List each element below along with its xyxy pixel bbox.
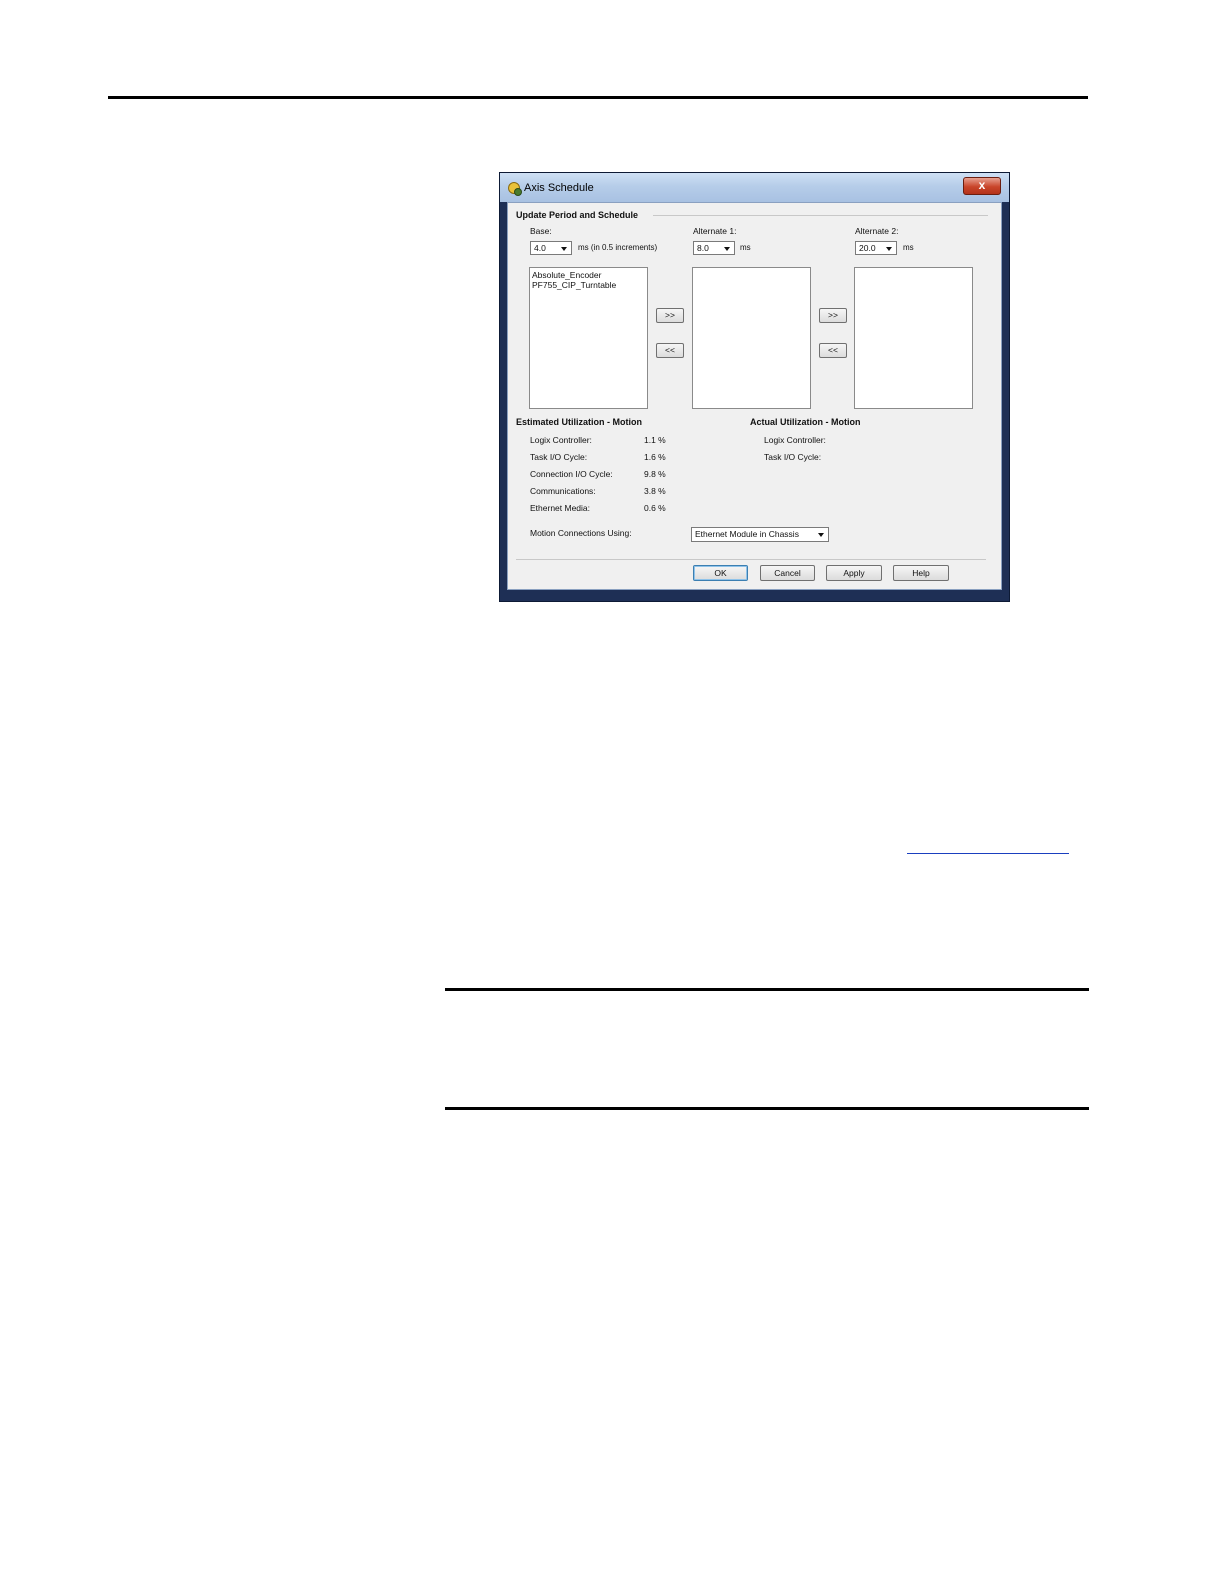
- group-divider: [653, 215, 988, 216]
- base-period-value: 4.0: [534, 243, 546, 253]
- move-to-alt1-back-button[interactable]: <<: [819, 343, 847, 358]
- act-logix-label: Logix Controller:: [764, 435, 826, 445]
- base-label: Base:: [530, 226, 552, 236]
- chevron-down-icon: [724, 247, 730, 251]
- list-item[interactable]: PF755_CIP_Turntable: [532, 280, 645, 290]
- alt1-period-select[interactable]: 8.0: [693, 241, 735, 255]
- actual-utilization-title: Actual Utilization - Motion: [750, 417, 861, 427]
- move-to-alt2-button[interactable]: >>: [819, 308, 847, 323]
- motion-connections-value: Ethernet Module in Chassis: [695, 529, 799, 539]
- header-rule: [108, 96, 1088, 99]
- alt2-axis-list[interactable]: [854, 267, 973, 409]
- link-underline[interactable]: [907, 853, 1069, 854]
- est-ethernet-label: Ethernet Media:: [530, 503, 591, 513]
- apply-button[interactable]: Apply: [826, 565, 882, 581]
- cancel-button[interactable]: Cancel: [760, 565, 815, 581]
- est-connection-value: 9.8 %: [644, 469, 666, 479]
- est-task-value: 1.6 %: [644, 452, 666, 462]
- group-title: Update Period and Schedule: [516, 210, 639, 220]
- alt2-period-value: 20.0: [859, 243, 876, 253]
- alt2-unit: ms: [903, 243, 914, 252]
- motion-connections-label: Motion Connections Using:: [530, 528, 632, 538]
- base-axis-list[interactable]: Absolute_Encoder PF755_CIP_Turntable: [529, 267, 648, 409]
- title-bar[interactable]: Axis Schedule x: [500, 173, 1009, 202]
- alt2-period-select[interactable]: 20.0: [855, 241, 897, 255]
- alt1-period-value: 8.0: [697, 243, 709, 253]
- est-connection-label: Connection I/O Cycle:: [530, 469, 613, 479]
- est-communications-label: Communications:: [530, 486, 596, 496]
- est-ethernet-value: 0.6 %: [644, 503, 666, 513]
- chevron-down-icon: [561, 247, 567, 251]
- chevron-down-icon: [886, 247, 892, 251]
- close-button[interactable]: x: [963, 177, 1001, 195]
- footer-divider: [516, 559, 986, 560]
- chevron-down-icon: [818, 533, 824, 537]
- base-unit: ms (in 0.5 increments): [578, 243, 658, 252]
- note-top-rule: [445, 988, 1089, 991]
- est-logix-value: 1.1 %: [644, 435, 666, 445]
- motion-connections-select[interactable]: Ethernet Module in Chassis: [691, 527, 829, 542]
- est-communications-value: 3.8 %: [644, 486, 666, 496]
- est-logix-label: Logix Controller:: [530, 435, 592, 445]
- dialog-body: Update Period and Schedule Base: 4.0 ms …: [507, 202, 1002, 590]
- est-task-label: Task I/O Cycle:: [530, 452, 588, 462]
- move-to-base-button[interactable]: <<: [656, 343, 684, 358]
- alt2-label: Alternate 2:: [855, 226, 899, 236]
- alt1-axis-list[interactable]: [692, 267, 811, 409]
- note-bottom-rule: [445, 1107, 1089, 1110]
- axis-schedule-dialog: Axis Schedule x Update Period and Schedu…: [499, 172, 1010, 602]
- ok-button[interactable]: OK: [693, 565, 748, 581]
- alt1-label: Alternate 1:: [693, 226, 737, 236]
- help-button[interactable]: Help: [893, 565, 949, 581]
- app-icon: [508, 182, 522, 196]
- estimated-utilization-title: Estimated Utilization - Motion: [516, 417, 642, 427]
- base-period-select[interactable]: 4.0: [530, 241, 572, 255]
- list-item[interactable]: Absolute_Encoder: [532, 270, 645, 280]
- act-task-label: Task I/O Cycle:: [764, 452, 822, 462]
- move-to-alt1-button[interactable]: >>: [656, 308, 684, 323]
- alt1-unit: ms: [740, 243, 751, 252]
- dialog-title: Axis Schedule: [524, 182, 594, 194]
